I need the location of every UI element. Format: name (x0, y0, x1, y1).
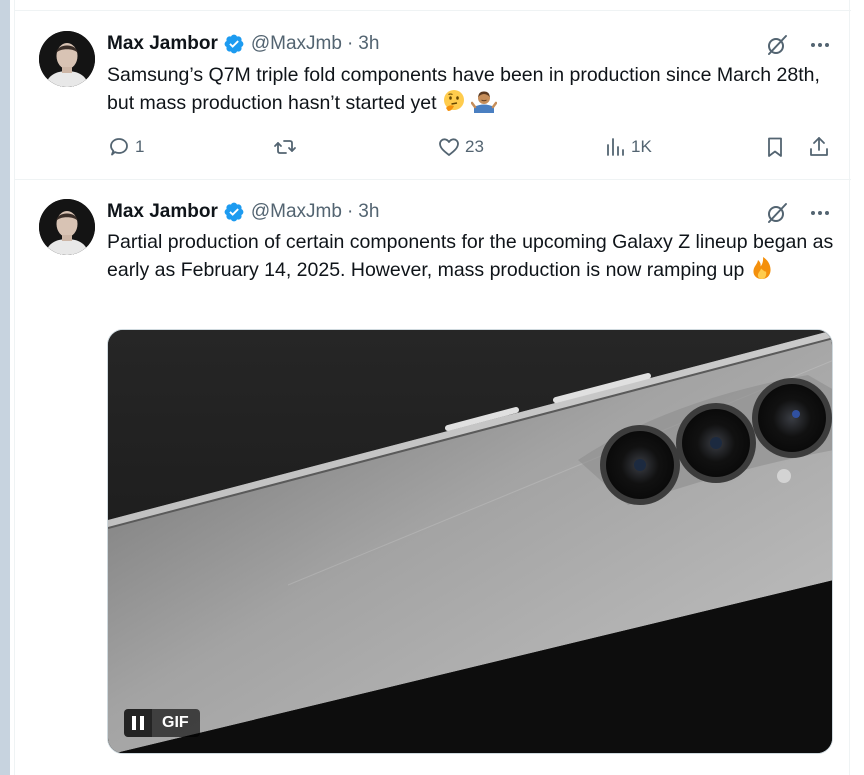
views-button[interactable]: 1K (603, 135, 652, 159)
author-name[interactable]: Max Jambor (107, 33, 218, 55)
gif-label: GIF (152, 709, 200, 737)
views-icon (607, 138, 624, 156)
fire-emoji (753, 257, 771, 279)
author-name[interactable]: Max Jambor (107, 201, 218, 223)
repost-icon (274, 140, 296, 154)
left-rail (0, 0, 10, 775)
heart-icon (439, 138, 459, 156)
share-icon (810, 137, 828, 156)
like-count: 23 (465, 137, 484, 156)
tweet[interactable]: Max Jambor @MaxJmb · 3h Partial producti… (15, 181, 851, 775)
tweet-actions: 1 23 1K (107, 135, 833, 161)
bookmark-button[interactable] (763, 135, 787, 159)
tweet-header: Max Jambor @MaxJmb · 3h (107, 200, 379, 224)
person-shrugging-emoji (471, 91, 498, 113)
verified-badge-icon (224, 202, 244, 222)
repost-button[interactable] (273, 135, 301, 159)
grok-icon[interactable] (765, 33, 789, 57)
tweet-text-content: Partial production of certain components… (107, 231, 834, 281)
author-handle[interactable]: @MaxJmb (251, 201, 342, 223)
author-handle[interactable]: @MaxJmb (251, 33, 342, 55)
avatar[interactable] (39, 31, 95, 87)
tweet-text: Partial production of certain components… (107, 228, 837, 284)
views-count: 1K (631, 137, 652, 156)
tweet-timestamp[interactable]: 3h (358, 201, 379, 223)
tweet-header-actions (765, 33, 831, 57)
gif-media[interactable]: GIF (107, 329, 833, 754)
separator-dot: · (346, 201, 354, 222)
avatar[interactable] (39, 199, 95, 255)
separator-dot: · (346, 33, 354, 54)
more-icon[interactable] (809, 202, 831, 224)
like-button[interactable]: 23 (437, 135, 484, 159)
thinking-face-emoji (443, 90, 464, 111)
more-icon[interactable] (809, 34, 831, 56)
verified-badge-icon (224, 34, 244, 54)
grok-icon[interactable] (765, 201, 789, 225)
tweet-header-actions (765, 201, 831, 225)
tweet-text: Samsung’s Q7M triple fold components hav… (107, 61, 837, 117)
share-button[interactable] (807, 135, 831, 159)
tweet-timestamp[interactable]: 3h (358, 33, 379, 55)
reply-button[interactable]: 1 (107, 135, 144, 159)
reply-count: 1 (135, 137, 145, 156)
tweet-header: Max Jambor @MaxJmb · 3h (107, 32, 379, 56)
tweet[interactable]: Max Jambor @MaxJmb · 3h Samsung’s Q7M tr… (15, 11, 851, 180)
reply-icon (110, 138, 128, 156)
timeline-feed: Max Jambor @MaxJmb · 3h Samsung’s Q7M tr… (14, 0, 851, 775)
gif-preview-image (108, 330, 832, 753)
gif-controls[interactable]: GIF (124, 709, 200, 737)
bookmark-icon (768, 137, 782, 157)
pause-icon[interactable] (124, 709, 152, 737)
